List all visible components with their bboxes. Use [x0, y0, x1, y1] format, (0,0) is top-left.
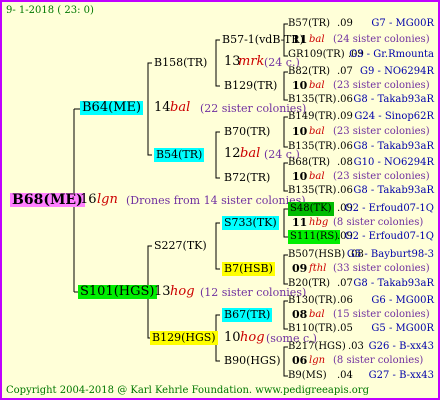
- gen1-sire-breeder: bal: [170, 100, 191, 115]
- gen4-reference: G8 - Takab93aR: [353, 141, 434, 152]
- gen2-breeder: hog: [240, 330, 265, 345]
- pedigree-chart: 9- 1-2018 ( 23: 0) Copyright 2004-2018 @…: [0, 0, 440, 400]
- gen4-node[interactable]: S111(RS): [288, 230, 341, 244]
- gen4-note: (33 sister colonies): [333, 263, 430, 274]
- gen4-reference: G2 - Erfoud07-1Q: [344, 231, 434, 242]
- gen4-score: .05: [337, 323, 353, 334]
- gen4-node[interactable]: B149(TR): [288, 110, 336, 124]
- gen4-reference: G8 - Takab93aR: [353, 278, 434, 289]
- gen2-node[interactable]: B158(TR): [154, 56, 207, 70]
- gen4-node[interactable]: B130(TR): [288, 294, 336, 308]
- gen4-score: .08: [337, 157, 353, 168]
- gen4-year: 06: [292, 354, 308, 367]
- gen4-year: 11: [292, 33, 308, 46]
- gen4-score: .06: [337, 94, 353, 105]
- gen4-year: 10: [292, 79, 308, 92]
- gen4-year: 08: [292, 308, 308, 321]
- gen4-note: (23 sister colonies): [333, 80, 430, 91]
- root-queen[interactable]: B68(ME): [10, 193, 85, 207]
- gen4-breeder: bal: [309, 171, 325, 182]
- gen4-node[interactable]: B217(HGS): [288, 340, 346, 354]
- gen3-breeder: mrk: [238, 54, 265, 69]
- gen4-node[interactable]: S48(TK): [288, 202, 334, 216]
- gen4-breeder: fthl: [309, 263, 327, 274]
- gen3-node[interactable]: B70(TR): [224, 125, 270, 139]
- gen4-score: .09: [337, 18, 353, 29]
- gen4-node[interactable]: B135(TR): [288, 184, 336, 198]
- gen4-reference: G6 - MG00R: [371, 295, 434, 306]
- gen4-breeder: bal: [309, 34, 325, 45]
- gen4-score: .03: [348, 341, 364, 352]
- gen2-node[interactable]: B54(TR): [154, 148, 205, 162]
- gen3-node[interactable]: S733(TK): [222, 216, 279, 230]
- gen4-score: .06: [337, 295, 353, 306]
- gen4-note: (24 sister colonies): [333, 34, 430, 45]
- gen4-note: (23 sister colonies): [333, 126, 430, 137]
- gen1-dam-year: 13: [154, 284, 171, 299]
- gen4-note: (8 sister colonies): [333, 217, 424, 228]
- root-year: 16: [80, 192, 97, 207]
- gen4-reference: G2 - Erfoud07-1Q: [344, 203, 434, 214]
- gen3-node[interactable]: B90(HGS): [224, 354, 281, 368]
- gen4-reference: G8 - Takab93aR: [353, 185, 434, 196]
- gen2-year: 10: [224, 330, 241, 345]
- gen1-dam[interactable]: S101(HGS): [78, 285, 157, 299]
- gen1-dam-breeder: hog: [170, 284, 195, 299]
- gen4-reference: G9 - NO6294R: [359, 66, 434, 77]
- gen4-breeder: bal: [309, 126, 325, 137]
- gen4-breeder: bal: [309, 309, 325, 320]
- gen4-score: .09: [337, 111, 353, 122]
- gen4-reference: G8 - Takab93aR: [353, 94, 434, 105]
- gen3-node[interactable]: B72(TR): [224, 171, 270, 185]
- gen4-reference: G5 - MG00R: [371, 323, 434, 334]
- gen4-year: 09: [292, 262, 308, 275]
- gen2-breeder: bal: [240, 146, 261, 161]
- gen4-note: (8 sister colonies): [333, 355, 424, 366]
- gen4-reference: G26 - B-xx43: [368, 341, 434, 352]
- gen4-breeder: hbg: [309, 217, 329, 228]
- gen4-score: .04: [337, 370, 353, 381]
- gen1-sire-year: 14: [154, 100, 171, 115]
- gen3-node[interactable]: B67(TR): [222, 308, 273, 322]
- root-note: (Drones from 14 sister colonies): [126, 194, 306, 207]
- gen4-note: (15 sister colonies): [333, 309, 430, 320]
- gen4-score: .06: [337, 185, 353, 196]
- gen4-breeder: lgn: [309, 355, 326, 366]
- gen4-reference: G3 - Gr.Rmounta: [349, 49, 434, 60]
- gen4-node[interactable]: B507(HSB): [288, 248, 345, 262]
- gen4-reference: G5 - Bayburt98-3: [346, 249, 434, 260]
- gen4-node[interactable]: B135(TR): [288, 140, 336, 154]
- gen4-node[interactable]: B82(TR): [288, 65, 330, 79]
- gen4-reference: G10 - NO6294R: [353, 157, 434, 168]
- gen4-node[interactable]: B110(TR): [288, 322, 336, 336]
- gen4-note: (23 sister colonies): [333, 171, 430, 182]
- gen4-score: .07: [337, 66, 353, 77]
- gen2-year: 12: [224, 146, 241, 161]
- gen4-year: 10: [292, 170, 308, 183]
- copyright-footer: Copyright 2004-2018 @ Karl Kehrle Founda…: [6, 385, 369, 396]
- gen4-year: 10: [292, 125, 308, 138]
- gen4-node[interactable]: B57(TR): [288, 17, 330, 31]
- gen4-score: .06: [337, 141, 353, 152]
- gen4-score: .07: [337, 278, 353, 289]
- gen4-breeder: bal: [309, 80, 325, 91]
- gen3-node[interactable]: B129(TR): [224, 79, 277, 93]
- gen4-node[interactable]: B135(TR): [288, 93, 336, 107]
- timestamp-header: 9- 1-2018 ( 23: 0): [6, 5, 94, 16]
- root-breeder: lgn: [97, 192, 118, 207]
- gen1-sire[interactable]: B64(ME): [80, 101, 144, 115]
- gen4-node[interactable]: B9(MS): [288, 369, 327, 383]
- gen4-node[interactable]: GR109(TR): [288, 48, 345, 62]
- gen4-reference: G24 - Sinop62R: [354, 111, 434, 122]
- gen4-reference: G7 - MG00R: [371, 18, 434, 29]
- gen2-node[interactable]: B129(HGS): [150, 331, 218, 345]
- gen4-year: 11: [292, 216, 308, 229]
- gen2-node[interactable]: S227(TK): [154, 239, 207, 253]
- gen4-reference: G27 - B-xx43: [368, 370, 434, 381]
- gen4-node[interactable]: B68(TR): [288, 156, 330, 170]
- gen4-node[interactable]: B20(TR): [288, 277, 330, 291]
- gen3-node[interactable]: B7(HSB): [222, 262, 275, 276]
